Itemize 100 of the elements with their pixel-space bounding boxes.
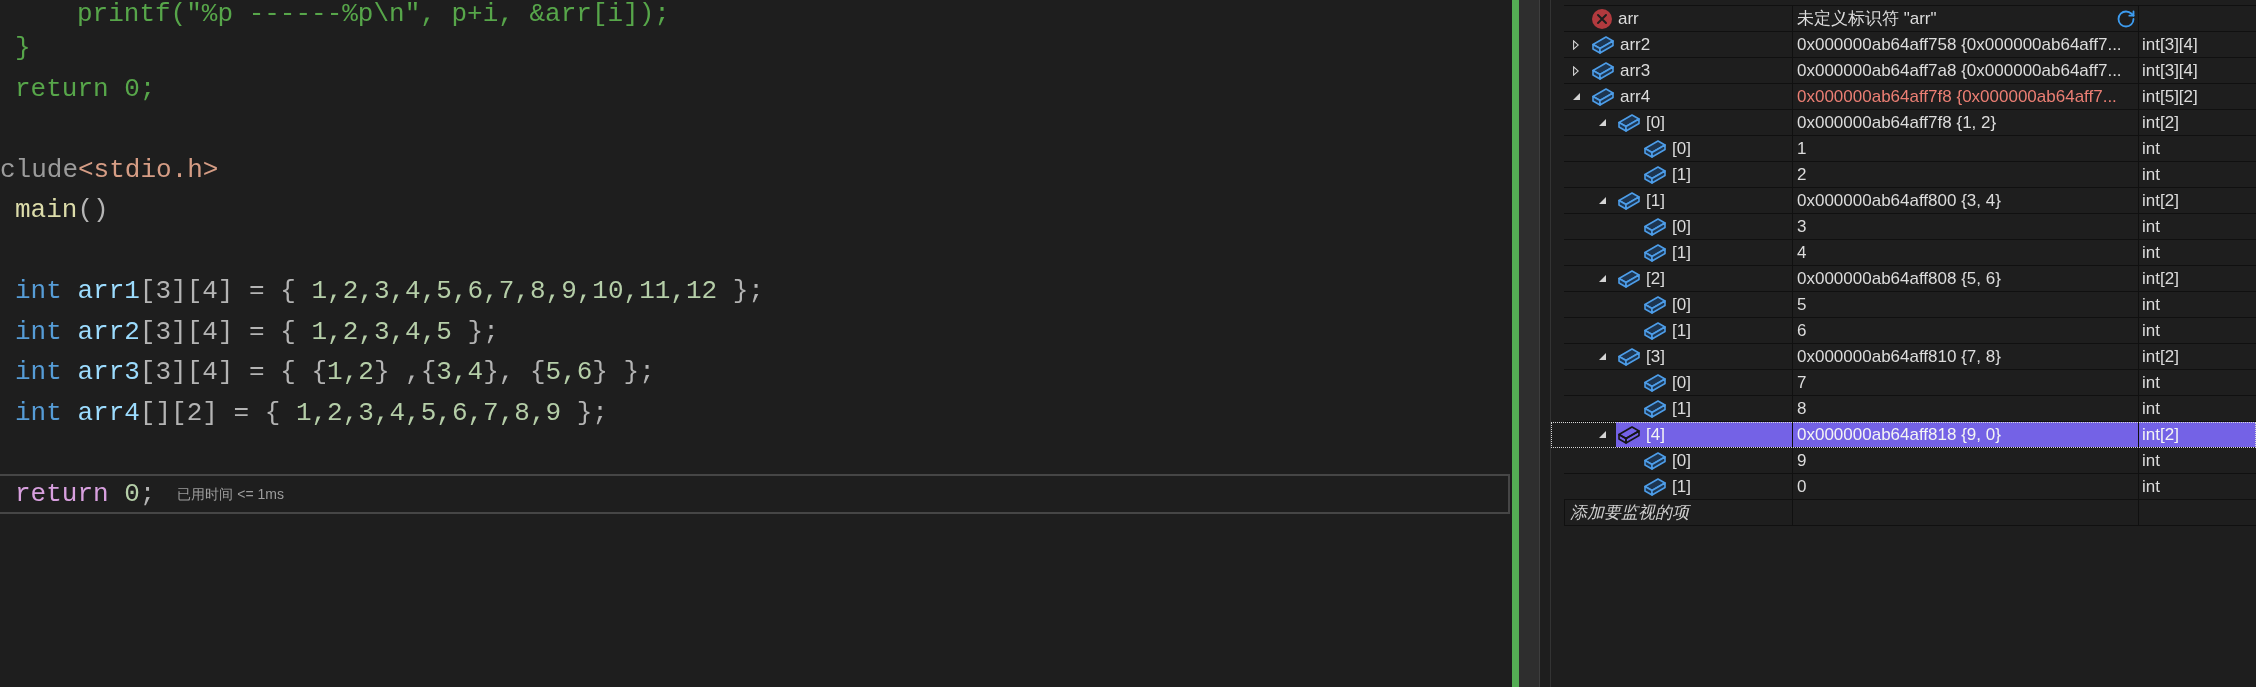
variable-type: int[3][4]: [2142, 33, 2198, 56]
variable-name: [0]: [1672, 293, 1691, 316]
code-line: }: [15, 33, 31, 64]
watch-row[interactable]: [1] 6 int: [1551, 318, 2256, 344]
watch-row[interactable]: [0] 7 int: [1551, 370, 2256, 396]
code-line: int arr4[][2] = { 1,2,3,4,5,6,7,8,9 };: [15, 397, 608, 428]
expanded-caret-icon[interactable]: [1599, 431, 1606, 438]
watch-row[interactable]: [0] 3 int: [1551, 214, 2256, 240]
variable-name: [1]: [1672, 475, 1691, 498]
watch-row[interactable]: [0] 5 int: [1551, 292, 2256, 318]
box-icon: [1618, 347, 1640, 366]
variable-value: 7: [1797, 371, 1807, 394]
variable-name: [0]: [1646, 111, 1665, 134]
variable-type: int: [2142, 397, 2160, 420]
collapsed-caret-icon[interactable]: [1573, 65, 1579, 76]
variable-value: 2: [1797, 163, 1807, 186]
variable-name: [0]: [1672, 137, 1691, 160]
watch-row[interactable]: arr2 0x000000ab64aff758 {0x000000ab64aff7... int[3][4]: [1551, 32, 2256, 58]
code-line: int arr1[3][4] = { 1,2,3,4,5,6,7,8,9,10,11,12 };: [15, 276, 764, 307]
variable-value: 4: [1797, 241, 1807, 264]
variable-type: int: [2142, 215, 2160, 238]
watch-row[interactable]: [1] 2 int: [1551, 162, 2256, 188]
elapsed-time-hint: 已用时间 <= 1ms: [177, 484, 285, 503]
variable-type: int[5][2]: [2142, 85, 2198, 108]
box-icon: [1644, 321, 1666, 340]
box-icon: [1644, 217, 1666, 236]
code-line: main(): [15, 195, 109, 226]
collapsed-caret-icon[interactable]: [1573, 39, 1579, 50]
box-icon: [1618, 191, 1640, 210]
variable-name: [0]: [1672, 449, 1691, 472]
variable-name: [1]: [1672, 241, 1691, 264]
variable-name: [2]: [1646, 267, 1665, 290]
variable-value: 0x000000ab64aff800 {3, 4}: [1797, 189, 2001, 212]
code-line: clude<stdio.h>: [0, 154, 219, 185]
add-watch-field[interactable]: 添加要监视的项: [1565, 500, 1792, 525]
variable-value: 1: [1797, 137, 1807, 160]
variable-type: int: [2142, 241, 2160, 264]
variable-name: [0]: [1672, 215, 1691, 238]
variable-type: int: [2142, 449, 2160, 472]
scrollbar-track[interactable]: [1519, 0, 1540, 687]
variable-name: [4]: [1646, 423, 1665, 446]
variable-value: 0x000000ab64aff808 {5, 6}: [1797, 267, 2001, 290]
watch-row[interactable]: arr4 0x000000ab64aff7f8 {0x000000ab64aff7... int[5][2]: [1551, 84, 2256, 110]
box-icon: [1644, 243, 1666, 262]
error-icon: [1592, 8, 1612, 29]
variable-type: int[3][4]: [2142, 59, 2198, 82]
watch-row[interactable]: [4] 0x000000ab64aff818 {9, 0} int[2]: [1551, 422, 2256, 448]
variable-value: 0: [1797, 475, 1807, 498]
watch-row[interactable]: [1] 4 int: [1551, 240, 2256, 266]
variable-name: [0]: [1672, 371, 1691, 394]
variable-type: int[2]: [2142, 189, 2179, 212]
box-icon: [1644, 477, 1666, 496]
box-icon: [1644, 139, 1666, 158]
variable-name: arr2: [1620, 33, 1651, 56]
variable-name: arr: [1618, 7, 1639, 30]
watch-row[interactable]: [0] 1 int: [1551, 136, 2256, 162]
variable-name: arr3: [1620, 59, 1651, 82]
box-icon: [1644, 451, 1666, 470]
variable-type: int[2]: [2142, 111, 2179, 134]
variable-type: int: [2142, 163, 2160, 186]
variable-type: int: [2142, 475, 2160, 498]
watch-row[interactable]: [3] 0x000000ab64aff810 {7, 8} int[2]: [1551, 344, 2256, 370]
variable-type: int: [2142, 371, 2160, 394]
watch-row[interactable]: arr3 0x000000ab64aff7a8 {0x000000ab64aff7... int[3][4]: [1551, 58, 2256, 84]
watch-row[interactable]: arr 未定义标识符 "arr": [1551, 6, 2256, 32]
watch-row[interactable]: [1] 0 int: [1551, 474, 2256, 500]
variable-value: 0x000000ab64aff7f8 {1, 2}: [1797, 111, 1997, 134]
box-icon: [1644, 295, 1666, 314]
variable-value: 3: [1797, 215, 1807, 238]
expanded-caret-icon[interactable]: [1599, 275, 1606, 282]
variable-name: [1]: [1672, 319, 1691, 342]
variable-value: 0x000000ab64aff758 {0x000000ab64aff7...: [1797, 33, 2122, 56]
variable-value: 5: [1797, 293, 1807, 316]
watch-row[interactable]: [0] 9 int: [1551, 448, 2256, 474]
code-line: int arr2[3][4] = { 1,2,3,4,5 };: [15, 316, 499, 347]
box-icon: [1618, 269, 1640, 288]
expanded-caret-icon[interactable]: [1599, 119, 1606, 126]
box-icon: [1644, 373, 1666, 392]
expanded-caret-icon[interactable]: [1599, 197, 1606, 204]
code-line: int arr3[3][4] = { {1,2} ,{3,4}, {5,6} };: [15, 357, 655, 388]
variable-value: 9: [1797, 449, 1807, 472]
box-icon: [1592, 87, 1614, 106]
variable-value: 8: [1797, 397, 1807, 420]
variable-name: [1]: [1646, 189, 1665, 212]
code-line: return 0;: [15, 478, 156, 509]
watch-row[interactable]: [0] 0x000000ab64aff7f8 {1, 2} int[2]: [1551, 110, 2256, 136]
expanded-caret-icon[interactable]: [1573, 93, 1580, 100]
box-icon: [1618, 113, 1640, 132]
box-icon: [1644, 399, 1666, 418]
expanded-caret-icon[interactable]: [1599, 353, 1606, 360]
watch-row[interactable]: [2] 0x000000ab64aff808 {5, 6} int[2]: [1551, 266, 2256, 292]
refresh-icon[interactable]: [2116, 8, 2136, 29]
box-icon: [1592, 35, 1614, 54]
variable-name: [3]: [1646, 345, 1665, 368]
box-icon: [1592, 61, 1614, 80]
box-icon: [1644, 165, 1666, 184]
variable-type: int[2]: [2142, 423, 2179, 446]
box-icon: [1618, 425, 1640, 444]
variable-type: int: [2142, 137, 2160, 160]
watch-row[interactable]: [1] 0x000000ab64aff800 {3, 4} int[2]: [1551, 188, 2256, 214]
